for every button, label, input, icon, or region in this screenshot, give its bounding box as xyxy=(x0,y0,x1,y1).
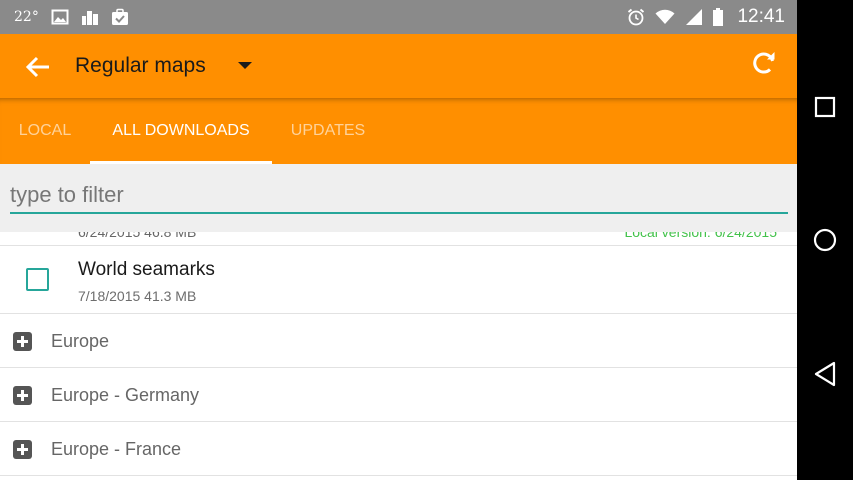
app-bar: Regular maps xyxy=(0,34,797,98)
back-triangle-icon xyxy=(814,361,836,387)
group-row-europe[interactable]: Europe xyxy=(0,314,797,368)
group-row-europe-germany[interactable]: Europe - Germany xyxy=(0,368,797,422)
local-version-status: Local version: 6/24/2015 xyxy=(624,232,777,240)
group-row-europe-france[interactable]: Europe - France xyxy=(0,422,797,476)
expand-plus-icon[interactable] xyxy=(13,332,32,351)
wifi-icon xyxy=(655,9,675,24)
tab-label: ALL DOWNLOADS xyxy=(112,122,250,139)
city-icon xyxy=(81,11,98,25)
back-arrow-icon[interactable] xyxy=(22,51,54,83)
screen: 22° 12:41 Regular maps LOCAL ALL DOWNLOA… xyxy=(0,0,797,480)
tab-label: LOCAL xyxy=(18,122,72,139)
expand-plus-icon[interactable] xyxy=(13,440,32,459)
status-bar: 22° 12:41 xyxy=(0,0,797,34)
list-item[interactable]: World seamarks 7/18/2015 41.3 MB xyxy=(0,247,797,314)
tab-local[interactable]: LOCAL xyxy=(0,98,90,164)
temperature-text: 22° xyxy=(14,9,39,25)
group-label: Europe - Germany xyxy=(51,385,200,405)
group-label: Europe xyxy=(51,331,110,351)
navigation-bar xyxy=(797,0,853,480)
clock-text: 12:41 xyxy=(737,6,785,27)
tab-label: UPDATES xyxy=(290,122,366,139)
filter-input[interactable] xyxy=(10,178,788,214)
home-button[interactable] xyxy=(797,210,853,270)
dropdown-arrow-icon[interactable] xyxy=(238,62,252,69)
clipboard-check-icon xyxy=(111,8,128,25)
download-checkbox[interactable] xyxy=(26,268,49,291)
recent-apps-icon xyxy=(814,96,836,118)
item-name: World seamarks xyxy=(78,259,215,280)
page-title[interactable]: Regular maps xyxy=(75,54,206,78)
image-icon xyxy=(51,9,69,25)
status-bar-left: 22° xyxy=(14,0,129,34)
alarm-icon xyxy=(628,8,645,26)
tab-updates[interactable]: UPDATES xyxy=(272,98,384,164)
tab-all-downloads[interactable]: ALL DOWNLOADS xyxy=(90,98,272,164)
back-button[interactable] xyxy=(797,344,853,404)
recent-apps-button[interactable] xyxy=(797,77,853,137)
list-item-partial[interactable]: 6/24/2015 46.8 MB Local version: 6/24/20… xyxy=(0,232,797,246)
tab-bar: LOCAL ALL DOWNLOADS UPDATES xyxy=(0,98,797,164)
battery-icon xyxy=(713,8,724,26)
item-meta: 7/18/2015 41.3 MB xyxy=(78,288,197,304)
home-icon xyxy=(813,228,837,252)
filter-bar xyxy=(0,164,797,232)
status-bar-right: 12:41 xyxy=(627,0,785,34)
refresh-icon[interactable] xyxy=(750,49,778,77)
expand-plus-icon[interactable] xyxy=(13,386,32,405)
signal-icon xyxy=(686,9,703,25)
item-meta: 6/24/2015 46.8 MB xyxy=(78,232,197,240)
group-label: Europe - France xyxy=(51,439,182,459)
